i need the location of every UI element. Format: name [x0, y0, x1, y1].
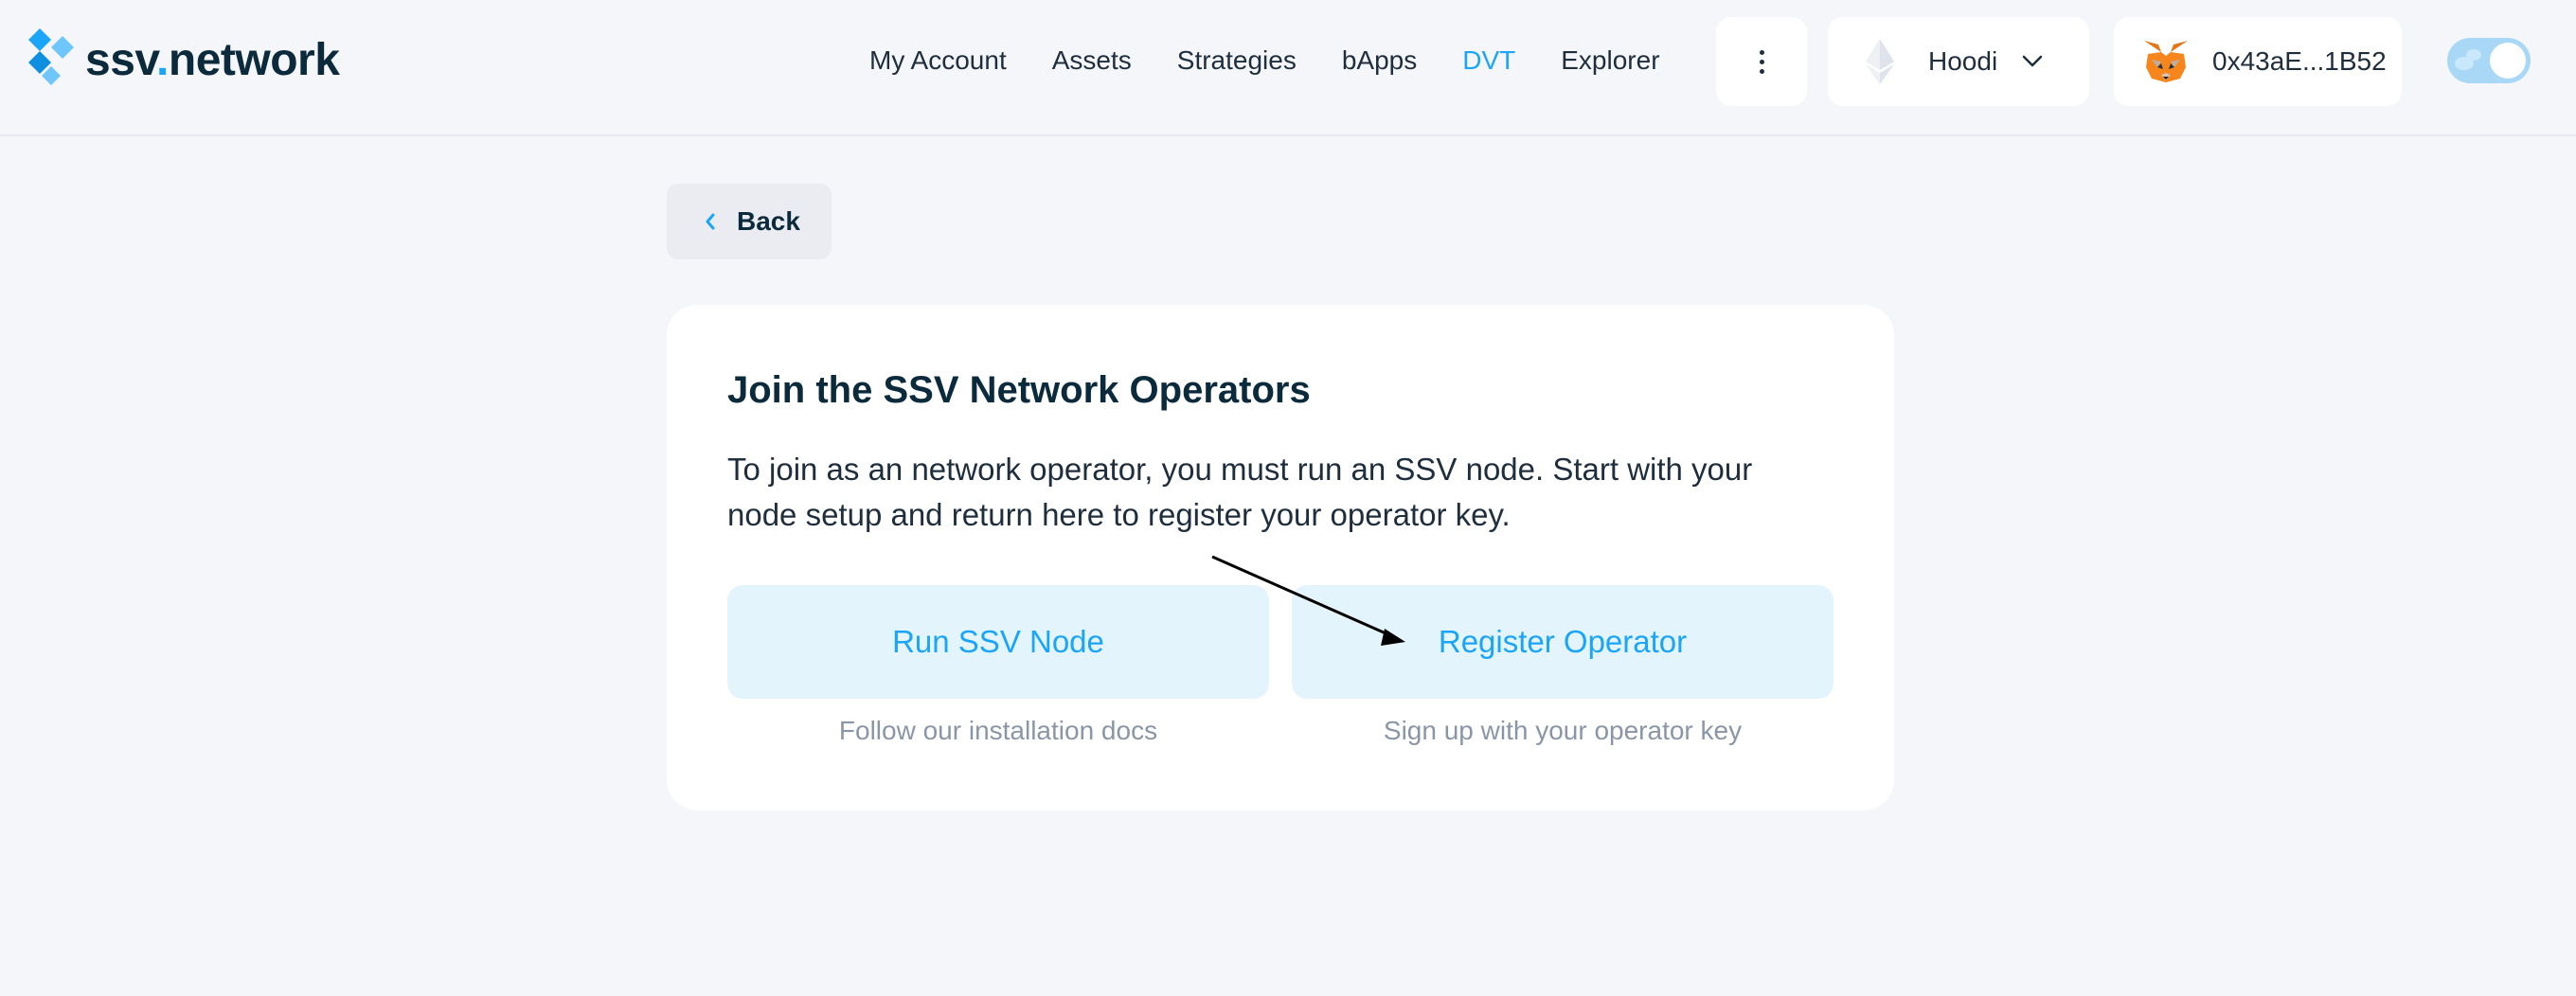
chevron-down-icon: [2022, 55, 2043, 67]
run-ssv-node-subtitle: Follow our installation docs: [838, 716, 1158, 745]
back-label: Back: [737, 206, 800, 236]
nav-strategies[interactable]: Strategies: [1177, 42, 1297, 80]
nav-bapps[interactable]: bApps: [1342, 42, 1417, 80]
logo-wordmark: ssv.network: [85, 34, 340, 85]
card-description: To join as an network operator, you must…: [727, 452, 1753, 532]
wallet-address: 0x43aE...1B52: [2212, 46, 2387, 76]
wallet-account-button[interactable]: 0x43aE...1B52: [2114, 17, 2402, 106]
vertical-dots-icon: [1759, 49, 1764, 74]
nav-my-account[interactable]: My Account: [869, 42, 1007, 80]
network-label: Hoodi: [1928, 46, 1998, 76]
ssv-network-logo[interactable]: ssv.network: [28, 28, 340, 91]
cloud-decoration: [2466, 49, 2481, 61]
register-operator-button[interactable]: Register Operator: [1292, 585, 1834, 699]
ethereum-icon: [1866, 39, 1894, 84]
theme-toggle[interactable]: [2447, 38, 2531, 83]
nav-explorer[interactable]: Explorer: [1561, 42, 1659, 80]
back-button[interactable]: Back: [667, 184, 832, 259]
join-operators-card: Join the SSV Network Operators To join a…: [667, 305, 1894, 810]
main-nav: My Account Assets Strategies bApps DVT E…: [869, 42, 1706, 80]
card-title: Join the SSV Network Operators: [727, 369, 1311, 411]
run-ssv-node-button[interactable]: Run SSV Node: [727, 585, 1269, 699]
nav-assets[interactable]: Assets: [1052, 42, 1132, 80]
toggle-knob: [2490, 43, 2526, 79]
ssv-logo-icon: [28, 28, 74, 85]
chevron-left-icon: [706, 213, 715, 230]
network-selector[interactable]: Hoodi: [1828, 17, 2089, 106]
nav-dvt[interactable]: DVT: [1462, 42, 1515, 80]
register-operator-subtitle: Sign up with your operator key: [1383, 716, 1743, 745]
top-navigation-bar: ssv.network My Account Assets Strategies…: [0, 0, 2576, 136]
more-options-button[interactable]: [1716, 17, 1807, 106]
metamask-fox-icon: [2144, 41, 2188, 82]
